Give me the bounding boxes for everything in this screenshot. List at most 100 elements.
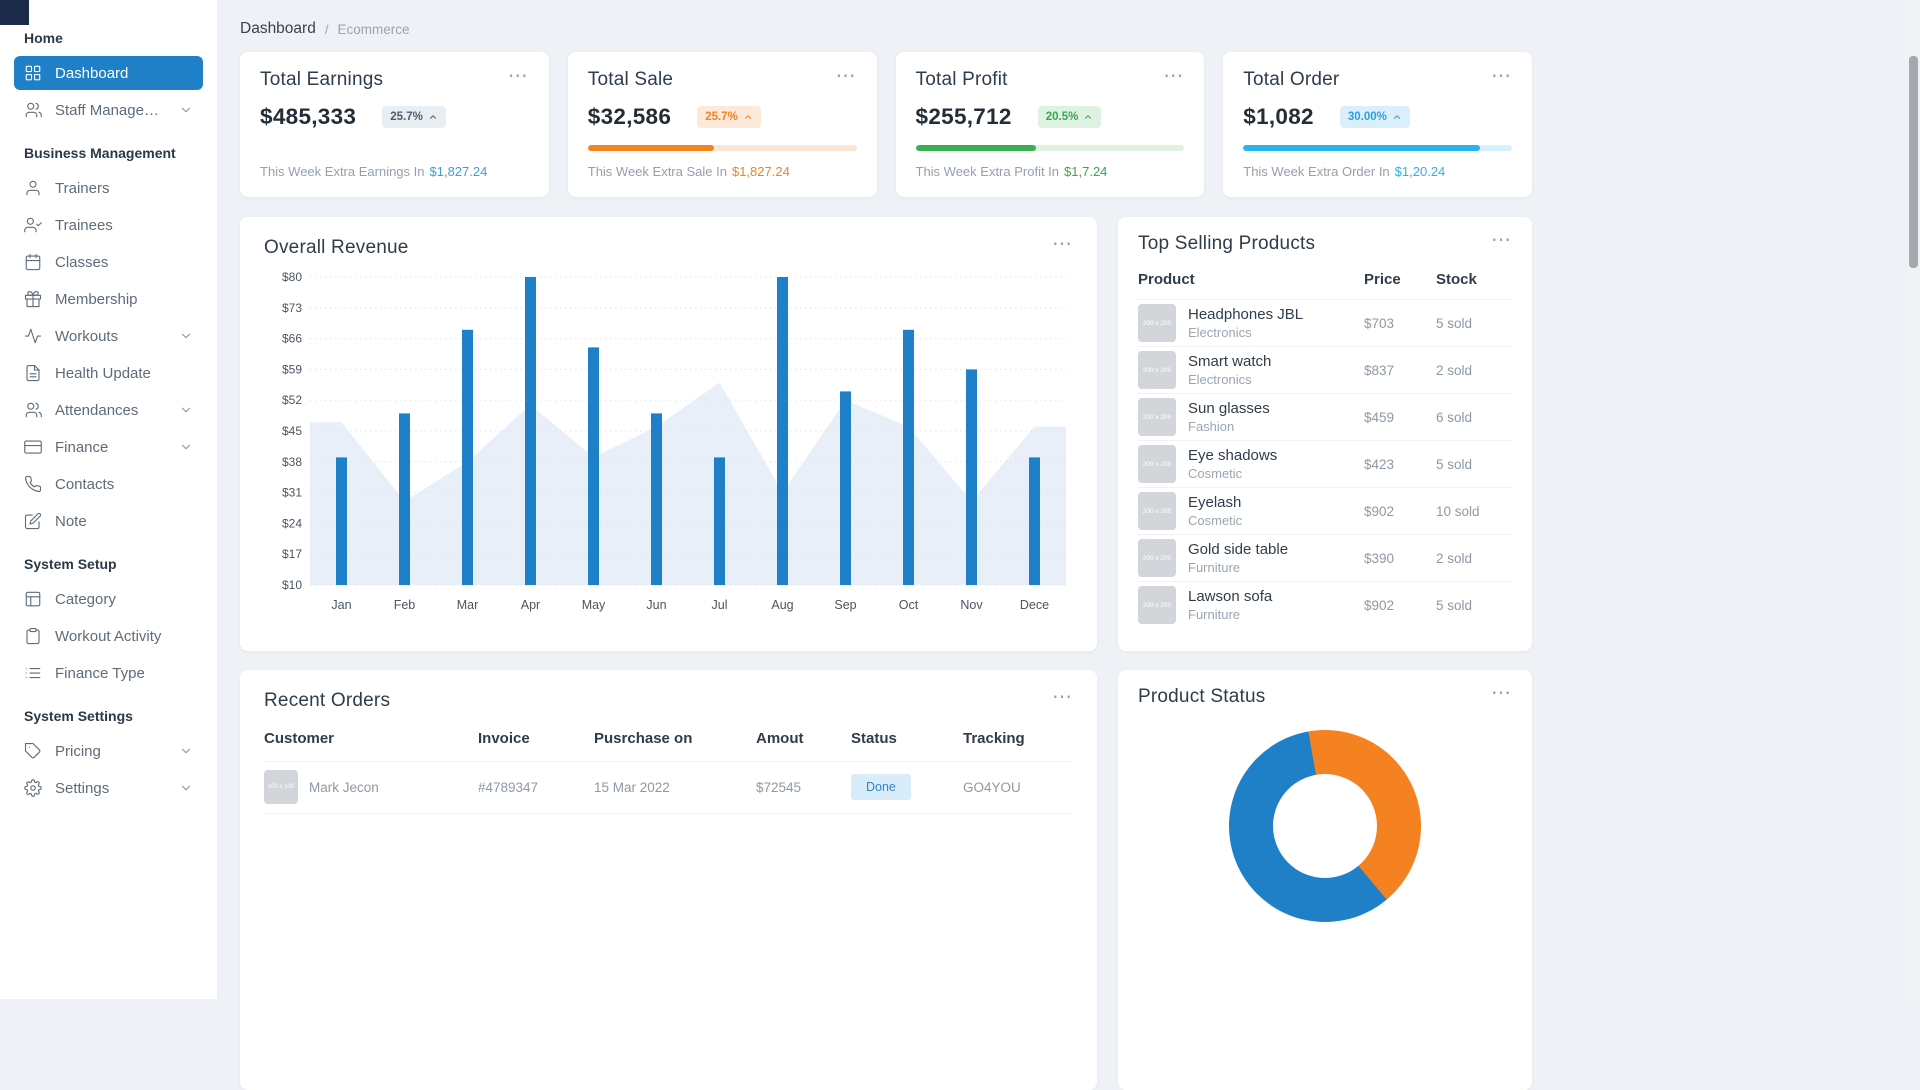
chevron-up-icon [1083,112,1093,122]
health-icon [24,364,42,382]
product-name: Lawson sofa [1188,588,1272,605]
more-menu-icon[interactable]: ⋯ [836,69,857,83]
revenue-bar-chart: $80$73$66$59$52$45$38$31$24$17$10JanFebM… [264,267,1073,624]
x-axis-label: Sep [834,598,856,612]
sidebar-item-trainers[interactable]: Trainers [14,171,203,205]
progress-bar-fill [1243,145,1480,151]
sidebar-item-contacts[interactable]: Contacts [14,467,203,501]
stat-value: $485,333 [260,104,356,130]
product-category: Furniture [1188,560,1288,575]
sidebar-item-pricing[interactable]: Pricing [14,734,203,768]
revenue-bar [903,330,914,585]
product-row[interactable]: 200 x 200Lawson sofaFurniture$9025 sold [1138,581,1512,628]
chevron-down-icon [179,403,193,417]
stat-card-title: Total Order [1243,69,1339,91]
sidebar-item-label: Note [55,513,193,530]
more-menu-icon[interactable]: ⋯ [1163,69,1184,83]
sidebar-item-classes[interactable]: Classes [14,245,203,279]
card-header: Total Profit⋯ [916,69,1185,91]
calendar-icon [24,253,42,271]
order-row[interactable]: 100 x 100Mark Jecon#478934715 Mar 2022$7… [264,761,1073,814]
x-axis-label: Nov [960,598,983,612]
stat-card-total-profit: Total Profit⋯$255,71220.5%This Week Extr… [896,52,1205,197]
contacts-icon [24,475,42,493]
stat-value-row: $485,333 25.7% [260,104,529,130]
y-axis-label: $59 [282,362,302,376]
breadcrumb-section[interactable]: Dashboard [240,20,316,38]
stat-note-text: This Week Extra Sale In [588,164,727,179]
sidebar-item-label: Category [55,591,193,608]
sidebar-item-membership[interactable]: Membership [14,282,203,316]
product-row[interactable]: 200 x 200EyelashCosmetic$90210 sold [1138,487,1512,534]
sidebar-item-label: Workouts [55,328,166,345]
workout-activity-icon [24,627,42,645]
sidebar-item-health-update[interactable]: Health Update [14,356,203,390]
sidebar-item-label: Health Update [55,365,193,382]
more-menu-icon[interactable]: ⋯ [1052,237,1073,251]
product-cell: 200 x 200Gold side tableFurniture [1138,539,1364,577]
product-row[interactable]: 200 x 200Headphones JBLElectronics$7035 … [1138,299,1512,346]
scrollbar-thumb[interactable] [1909,56,1918,268]
sidebar-section-label: System Settings [24,708,193,724]
product-row[interactable]: 200 x 200Gold side tableFurniture$3902 s… [1138,534,1512,581]
sidebar-item-trainees[interactable]: Trainees [14,208,203,242]
bottom-row: Recent Orders ⋯ CustomerInvoicePusrchase… [240,670,1532,1090]
status-badge: Done [851,774,911,800]
sidebar-item-label: Pricing [55,743,166,760]
revenue-bar [777,277,788,585]
revenue-bar [714,457,725,585]
x-axis-label: Jul [712,598,728,612]
chevron-up-icon [743,112,753,122]
sidebar-item-workouts[interactable]: Workouts [14,319,203,353]
sidebar-item-category[interactable]: Category [14,582,203,616]
progress-bar [1243,145,1512,151]
y-axis-label: $10 [282,578,302,592]
product-row[interactable]: 200 x 200Sun glassesFashion$4596 sold [1138,393,1512,440]
sidebar-item-label: Classes [55,254,193,271]
trend-badge: 25.7% [697,106,761,128]
sidebar-item-staff-management[interactable]: Staff Management [14,93,203,127]
sidebar-item-settings[interactable]: Settings [14,771,203,805]
trend-badge: 25.7% [382,106,446,128]
sidebar-item-finance[interactable]: Finance [14,430,203,464]
card-header: Top Selling Products ⋯ [1138,233,1512,255]
chevron-down-icon [179,781,193,795]
more-menu-icon[interactable]: ⋯ [1491,686,1512,700]
product-category: Electronics [1188,325,1303,340]
product-status-card: Product Status ⋯ [1118,670,1532,1090]
product-name: Sun glasses [1188,400,1270,417]
product-cell: 200 x 200EyelashCosmetic [1138,492,1364,530]
sidebar-item-label: Membership [55,291,193,308]
sidebar-item-note[interactable]: Note [14,504,203,538]
sidebar-item-label: Attendances [55,402,166,419]
more-menu-icon[interactable]: ⋯ [1491,69,1512,83]
card-header: Overall Revenue ⋯ [264,237,1073,259]
recent-orders-card: Recent Orders ⋯ CustomerInvoicePusrchase… [240,670,1097,1090]
sidebar-item-label: Staff Management [55,102,166,119]
more-menu-icon[interactable]: ⋯ [1052,690,1073,704]
breadcrumb: Dashboard / Ecommerce [240,20,1920,38]
y-axis-label: $66 [282,332,302,346]
y-axis-label: $80 [282,270,302,284]
main-content: Dashboard / Ecommerce Total Earnings⋯$48… [218,0,1920,999]
sidebar-item-workout-activity[interactable]: Workout Activity [14,619,203,653]
scrollbar[interactable] [1907,0,1920,999]
chevron-down-icon [179,403,193,417]
more-menu-icon[interactable]: ⋯ [1491,233,1512,247]
sidebar-item-dashboard[interactable]: Dashboard [14,56,203,90]
x-axis-label: Jan [331,598,351,612]
sidebar-section-label: System Setup [24,556,193,572]
revenue-bar [840,391,851,585]
progress-bar-fill [916,145,1037,151]
more-menu-icon[interactable]: ⋯ [508,69,529,83]
thumbnail-placeholder-text: 200 x 200 [1143,602,1172,609]
product-row[interactable]: 200 x 200Smart watchElectronics$8372 sol… [1138,346,1512,393]
product-row[interactable]: 200 x 200Eye shadowsCosmetic$4235 sold [1138,440,1512,487]
finance-icon [24,438,42,456]
stat-value-row: $255,71220.5% [916,104,1185,130]
sidebar-item-attendances[interactable]: Attendances [14,393,203,427]
top-selling-title: Top Selling Products [1138,233,1315,255]
revenue-bar [399,413,410,585]
sidebar-item-finance-type[interactable]: Finance Type [14,656,203,690]
stat-value: $1,082 [1243,104,1314,130]
